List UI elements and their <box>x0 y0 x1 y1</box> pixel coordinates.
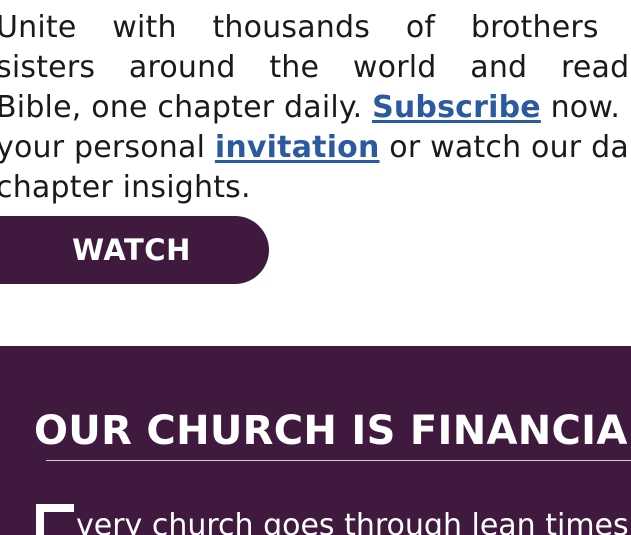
intro-line-5: chapter insights. <box>0 170 251 205</box>
watch-button[interactable]: WATCH <box>0 216 269 284</box>
intro-line-3-text: Bible, one chapter daily. <box>0 90 373 125</box>
intro-line-4: your personal invitation or watch our da… <box>0 128 631 168</box>
finance-section: OUR CHURCH IS FINANCIALLY very church go… <box>0 346 631 535</box>
invitation-link[interactable]: invitation <box>215 130 380 165</box>
drop-cap-letter-e <box>36 504 74 535</box>
subscribe-link[interactable]: Subscribe <box>372 90 541 125</box>
intro-line-1: Unite with thousands of brothers and <box>0 10 631 45</box>
intro-line-4-tail: or watch our daily <box>389 130 631 165</box>
title-underline-divider <box>46 460 631 461</box>
intro-line-2: sisters around the world and read the <box>0 50 631 85</box>
intro-line-3-tail: now. Get <box>550 90 631 125</box>
finance-section-title: OUR CHURCH IS FINANCIALLY <box>34 408 631 454</box>
page: Unite with thousands of brothers and sis… <box>0 0 631 535</box>
intro-line-3: Bible, one chapter daily. Subscribe now.… <box>0 88 631 128</box>
intro-line-4-text: your personal <box>0 130 215 165</box>
finance-body-line: very church goes through lean times <box>76 508 629 535</box>
intro-paragraph: Unite with thousands of brothers and sis… <box>0 8 631 208</box>
finance-body-text: very church goes through lean times <box>36 504 629 535</box>
